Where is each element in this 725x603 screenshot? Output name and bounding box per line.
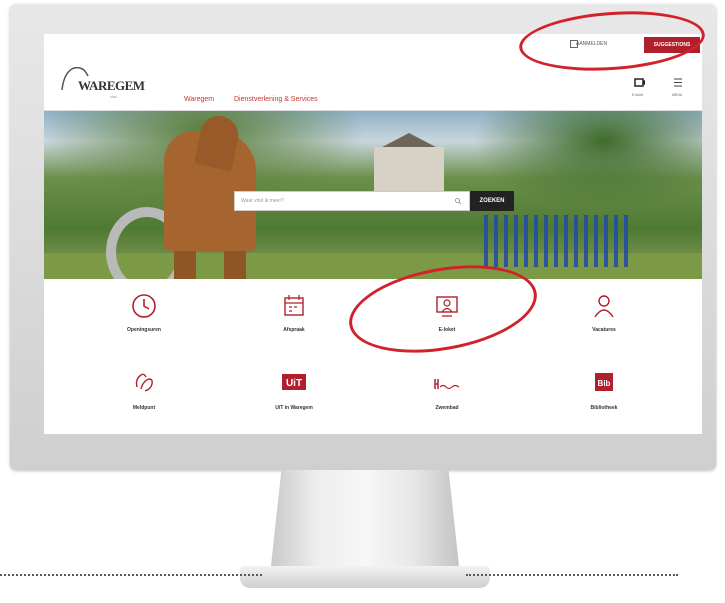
tile-afspraak[interactable]: Afspraak [234,279,354,354]
search-button[interactable]: ZOEKEN [470,191,514,211]
logo-subtitle: stad [110,95,117,99]
camera-icon[interactable] [634,77,646,88]
blue-fence [484,215,634,267]
svg-text:UiT: UiT [286,378,302,389]
dotted-line-right [466,574,678,576]
dotted-line-left [0,574,262,576]
menu-icon[interactable] [672,77,684,88]
monitor-bezel: AANMELDEN SUGGESTIONS WAREGEM stad Wareg… [10,4,716,470]
browser-screen: AANMELDEN SUGGESTIONS WAREGEM stad Wareg… [44,34,702,434]
tile-label: UiT in Waregem [275,405,313,411]
camera-label: E-loket [632,93,643,97]
tile-openingsuren[interactable]: Openingsuren [84,279,204,354]
monitor-stand [270,470,460,575]
tile-label: Vacatures [592,327,616,333]
tile-vacatures[interactable]: Vacatures [544,279,664,354]
logo-text: WAREGEM [78,78,145,93]
tile-label: Zwembad [435,405,459,411]
nav-item-waregem[interactable]: Waregem [184,96,214,103]
nav-item-services[interactable]: Dienstverlening & Services [234,96,318,103]
zwembad-logo-icon [434,379,460,390]
search-placeholder: Waar vind ik meer? [241,198,284,204]
tile-label: Afspraak [283,327,305,333]
monitor-base [240,566,490,588]
tile-meldpunt[interactable]: Meldpunt [84,359,204,429]
tile-zwembad[interactable]: Zwembad [387,359,507,429]
hero-image: Waar vind ik meer? ZOEKEN [44,111,702,279]
tile-label: Bibliotheek [590,405,618,411]
bib-logo-icon: Bib [595,373,613,391]
menu-label: MENU [672,93,683,97]
search-icon [455,198,461,204]
svg-text:Bib: Bib [598,379,611,388]
person-icon [594,295,614,318]
tile-bibliotheek[interactable]: Bib Bibliotheek [544,359,664,429]
uit-logo-icon: UiT [282,374,306,390]
tile-label: Meldpunt [132,405,156,411]
calendar-icon [284,295,304,316]
tile-uit[interactable]: UiT UiT in Waregem [234,359,354,429]
clock-icon [132,294,156,318]
search-input[interactable]: Waar vind ik meer? [234,191,470,211]
tile-label: Openingsuren [127,327,161,333]
waregem-logo[interactable]: WAREGEM stad [58,62,168,102]
hands-icon [135,373,153,392]
